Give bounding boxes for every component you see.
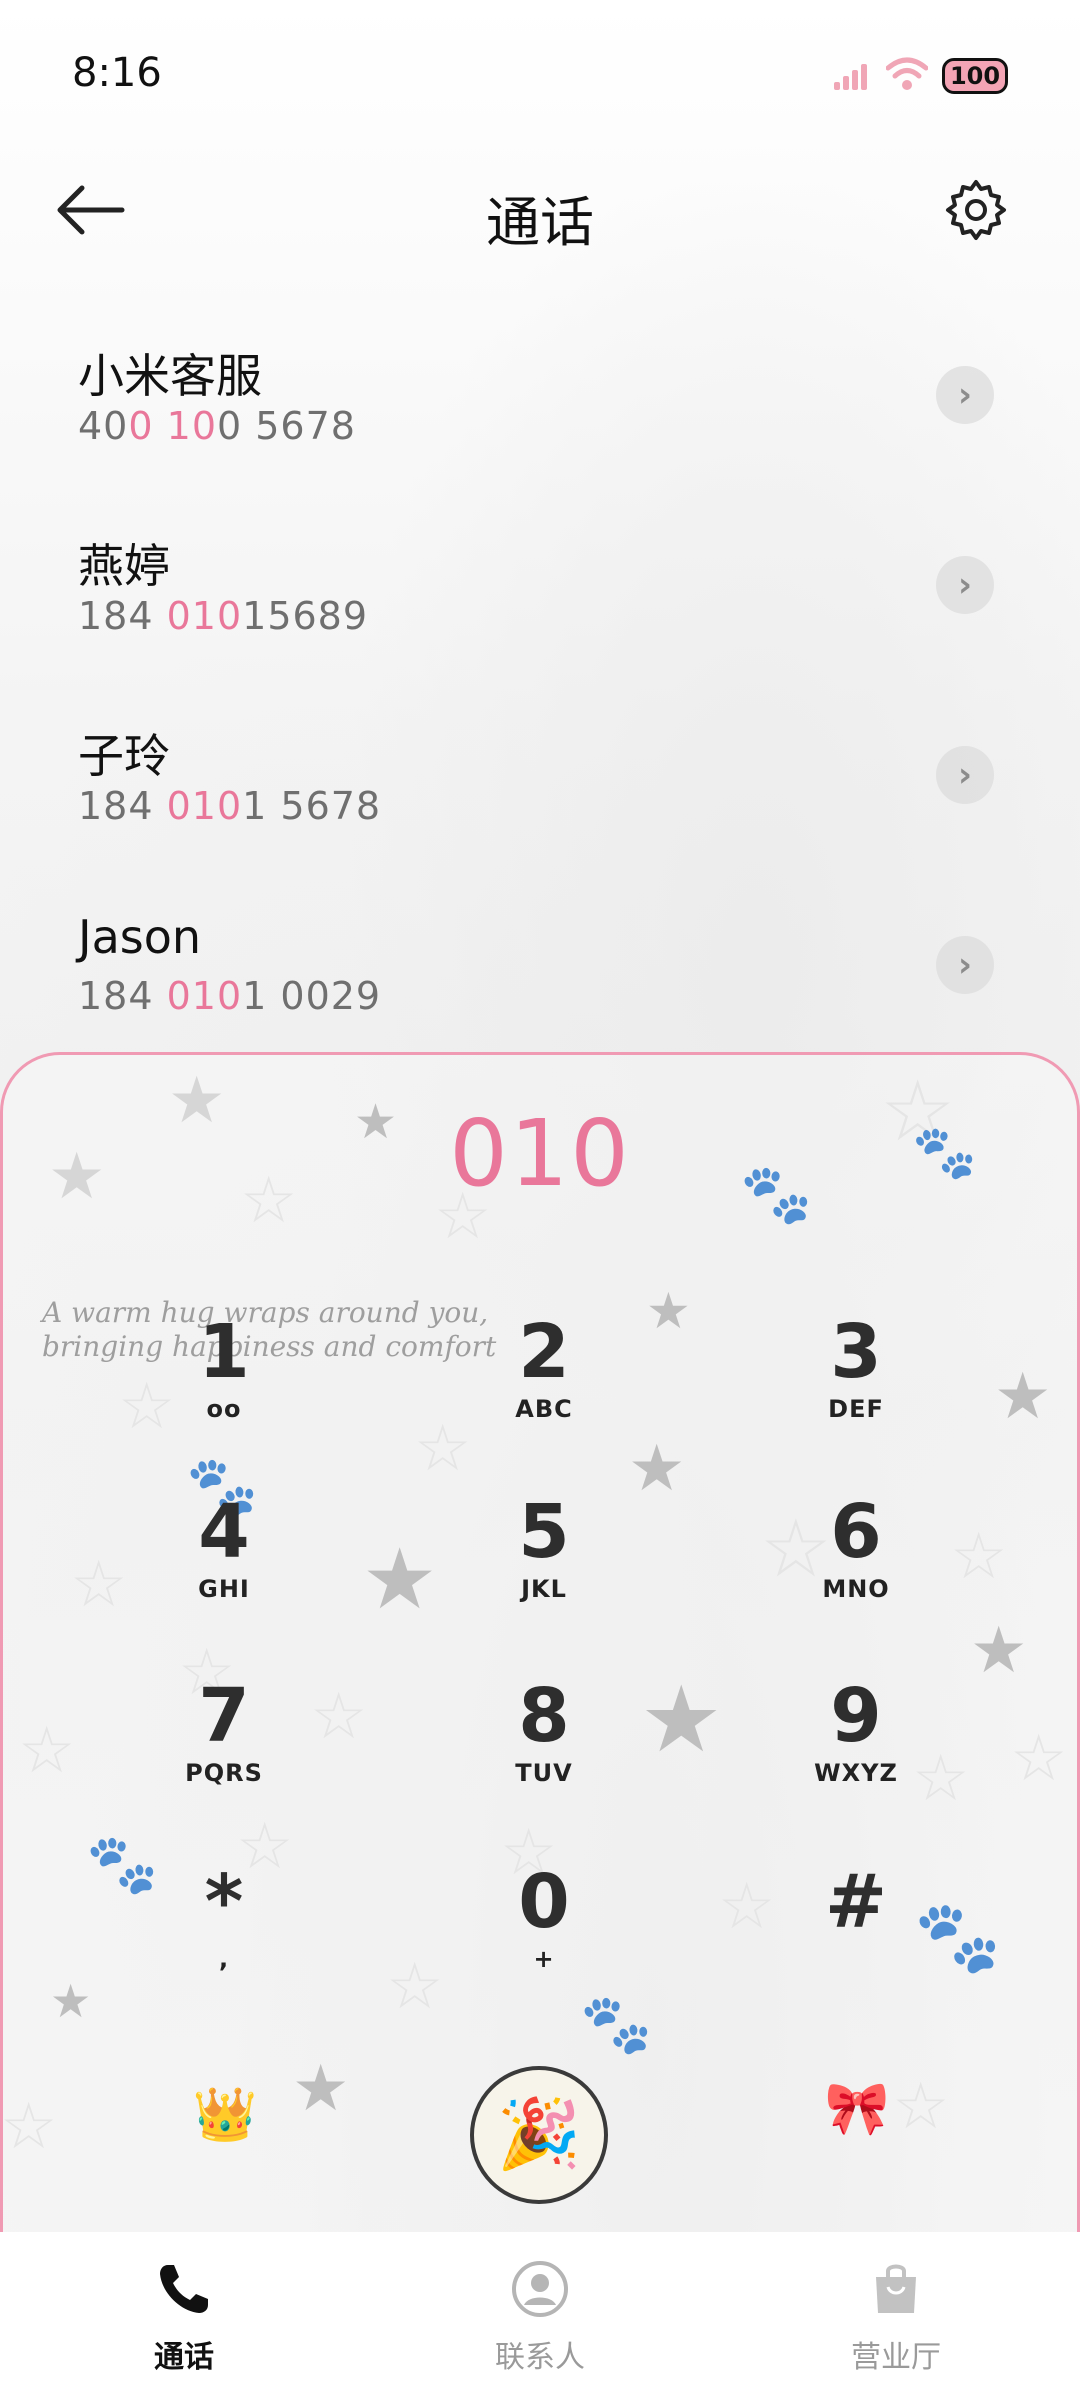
wifi-icon	[886, 57, 928, 90]
number-segment: 184	[78, 974, 167, 1018]
chevron-right-icon: ›	[957, 945, 972, 985]
contact-name: 小米客服	[78, 349, 262, 403]
contact-details-button[interactable]: ›	[936, 556, 994, 614]
contact-name: Jason	[78, 910, 202, 964]
contact-name: 子玲	[78, 729, 170, 783]
crown-icon[interactable]: 👑	[180, 2070, 270, 2160]
tab-calls[interactable]: 通话	[84, 2254, 284, 2376]
party-popper-icon: 🎉	[496, 2095, 582, 2174]
bottom-navigation: 通话 联系人 营业厅	[0, 2232, 1080, 2402]
number-segment: 184	[78, 784, 167, 828]
number-segment: 1 0029	[242, 974, 382, 1018]
number-segment: 0 5678	[217, 404, 356, 448]
contact-details-button[interactable]: ›	[936, 936, 994, 994]
dial-key-4[interactable]: 4 GHI	[124, 1490, 324, 1640]
contact-number: 184 0101 5678	[78, 784, 381, 828]
number-segment: 15689	[242, 594, 369, 638]
person-icon	[512, 2261, 568, 2317]
contact-number: 184 01015689	[78, 594, 368, 638]
number-match-highlight: 010	[166, 594, 243, 638]
contact-details-button[interactable]: ›	[936, 366, 994, 424]
dial-key-8[interactable]: 8 TUV	[444, 1674, 644, 1824]
chevron-right-icon: ›	[957, 755, 972, 795]
voicemail-icon: ᴏᴏ	[206, 1395, 242, 1423]
dialed-number[interactable]: 010	[0, 1100, 1080, 1207]
phone-icon	[160, 2265, 208, 2313]
bag-icon	[876, 2264, 916, 2313]
dial-key-5[interactable]: 5 JKL	[444, 1490, 644, 1640]
battery-icon: 100	[942, 58, 1008, 94]
dial-key-hash[interactable]: #	[756, 1860, 956, 2010]
header: 通话	[0, 150, 1080, 270]
contact-row[interactable]: 燕婷 184 01015689 ›	[0, 490, 1080, 680]
contact-number: 400 100 5678	[78, 404, 356, 448]
signal-icon	[834, 62, 868, 90]
settings-button[interactable]	[944, 178, 1008, 242]
dial-key-1[interactable]: 1 ᴏᴏ	[124, 1310, 324, 1460]
number-match-highlight: 10	[166, 404, 217, 448]
number-segment: 1 5678	[242, 784, 382, 828]
number-segment: 40	[78, 404, 129, 448]
number-segment	[154, 404, 167, 448]
dial-key-0[interactable]: 0 +	[444, 1860, 644, 2010]
tab-contacts[interactable]: 联系人	[440, 2254, 640, 2376]
contact-details-button[interactable]: ›	[936, 746, 994, 804]
dial-key-2[interactable]: 2 ABC	[444, 1310, 644, 1460]
page-title: 通话	[486, 191, 594, 254]
bow-icon[interactable]: 🎀	[812, 2064, 902, 2154]
chevron-right-icon: ›	[957, 375, 972, 415]
status-bar: 8:16 100	[0, 0, 1080, 150]
dial-key-6[interactable]: 6 MNO	[756, 1490, 956, 1640]
number-match-highlight: 010	[166, 974, 243, 1018]
dial-pad-panel	[0, 1052, 1080, 2232]
number-segment: 184	[78, 594, 167, 638]
call-button[interactable]: 🎉	[470, 2066, 608, 2204]
chevron-right-icon: ›	[957, 565, 972, 605]
contact-name: 燕婷	[78, 539, 170, 593]
number-match-highlight: 0	[128, 404, 154, 448]
number-match-highlight: 010	[166, 784, 243, 828]
dial-key-9[interactable]: 9 WXYZ	[756, 1674, 956, 1824]
tab-service-hall[interactable]: 营业厅	[796, 2254, 996, 2376]
status-time: 8:16	[72, 50, 162, 96]
contact-row[interactable]: Jason 184 0101 0029 ›	[0, 870, 1080, 1060]
dial-key-star[interactable]: * ,	[124, 1860, 324, 2010]
contact-suggestions: 小米客服 400 100 5678 › 燕婷 184 01015689 › 子玲…	[0, 300, 1080, 1060]
dial-key-3[interactable]: 3 DEF	[756, 1310, 956, 1460]
gear-icon	[946, 180, 1006, 240]
contact-row[interactable]: 子玲 184 0101 5678 ›	[0, 680, 1080, 870]
dial-key-7[interactable]: 7 PQRS	[124, 1674, 324, 1824]
contact-row[interactable]: 小米客服 400 100 5678 ›	[0, 300, 1080, 490]
contact-number: 184 0101 0029	[78, 974, 381, 1018]
